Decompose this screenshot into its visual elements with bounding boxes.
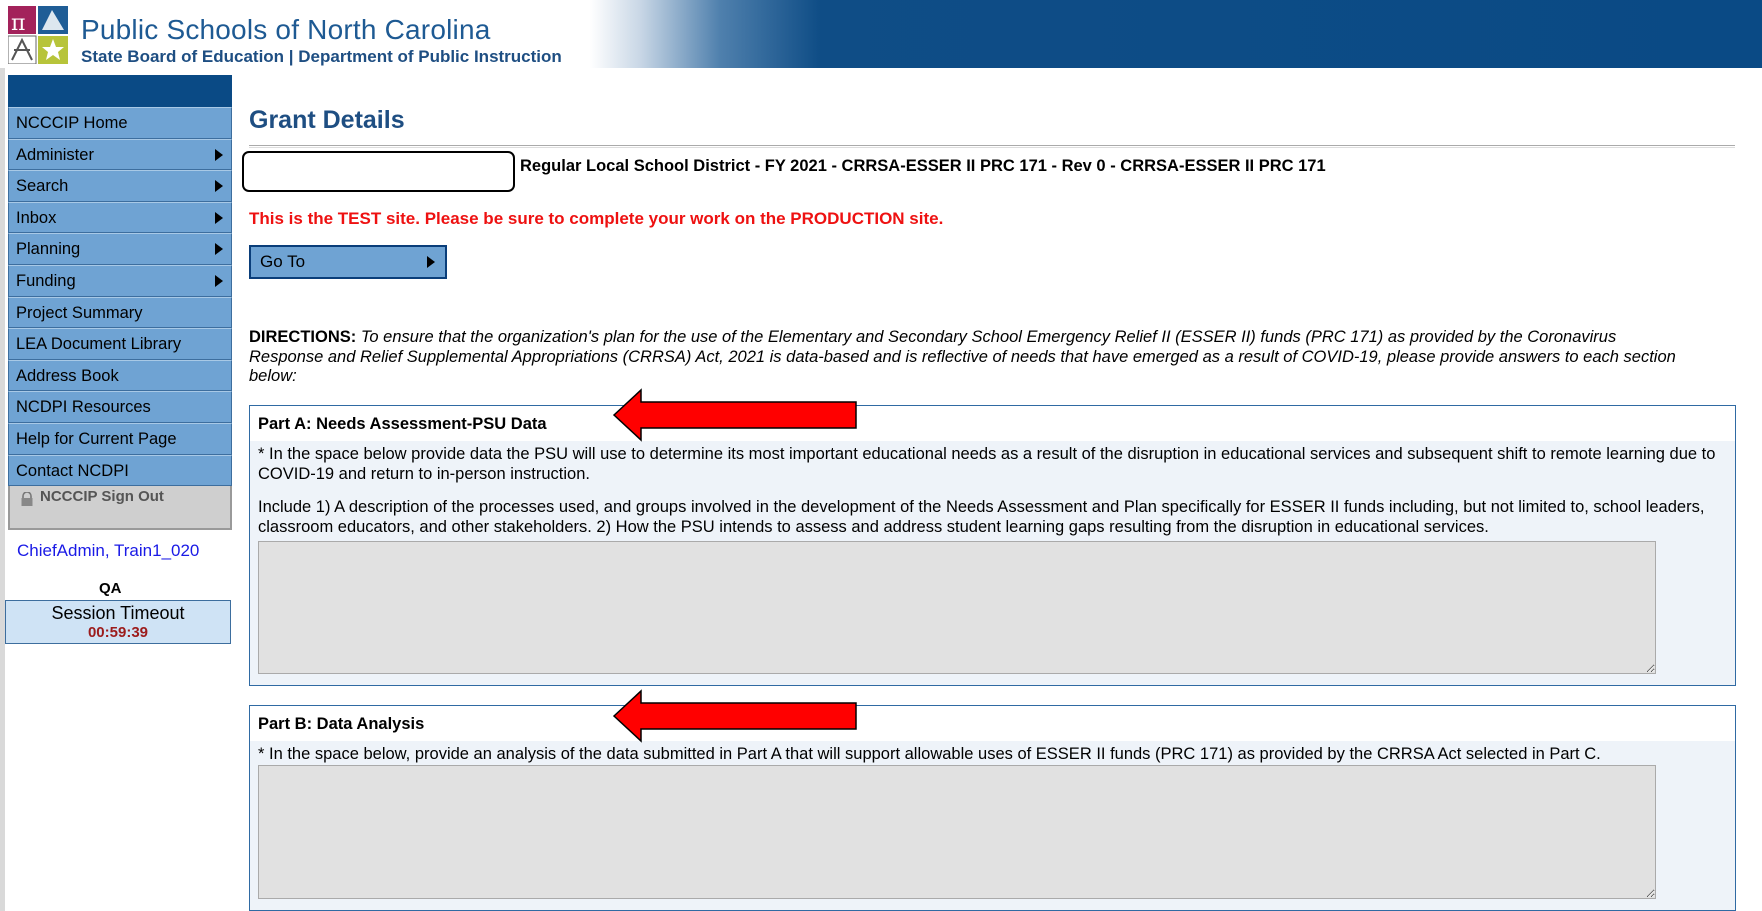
test-site-warning: This is the TEST site. Please be sure to… xyxy=(249,209,944,228)
part-b-section: Part B: Data Analysis * In the space bel… xyxy=(249,705,1736,911)
goto-label: Go To xyxy=(260,252,306,271)
signout-label: NCCCIP Sign Out xyxy=(40,488,164,505)
directions-label: DIRECTIONS: xyxy=(249,328,357,346)
part-a-include-text: Include 1) A description of the processe… xyxy=(258,498,1705,536)
part-a-section: Part A: Needs Assessment-PSU Data * In t… xyxy=(249,405,1736,686)
goto-button[interactable]: Go To xyxy=(249,245,447,279)
chevron-right-icon xyxy=(427,256,435,268)
sidebar-item-label: Inbox xyxy=(16,208,57,227)
sidebar-item-ncccip-home[interactable]: NCCCIP Home xyxy=(8,107,232,139)
sidebar-item-label: Help for Current Page xyxy=(16,429,177,448)
part-b-title: Part B: Data Analysis xyxy=(250,706,1735,741)
chevron-right-icon xyxy=(215,211,223,224)
sidebar-item-contact-ncdpi[interactable]: Contact NCDPI xyxy=(8,454,232,487)
sidebar-item-address-book[interactable]: Address Book xyxy=(8,359,232,392)
sidebar-item-label: LEA Document Library xyxy=(16,335,182,354)
sidebar-item-planning[interactable]: Planning xyxy=(8,233,232,265)
site-subtitle: State Board of Education | Department of… xyxy=(81,47,562,66)
part-a-textarea[interactable] xyxy=(258,541,1656,674)
sidebar-item-label: NCDPI Resources xyxy=(16,398,151,417)
session-timeout-label: Session Timeout xyxy=(51,603,185,623)
site-title: Public Schools of North Carolina xyxy=(81,14,491,45)
sidebar-item-label: Address Book xyxy=(16,366,119,385)
sidebar-item-label: Search xyxy=(16,177,69,196)
signout-button[interactable]: NCCCIP Sign Out xyxy=(8,486,232,530)
sidebar-item-project-summary[interactable]: Project Summary xyxy=(8,296,232,329)
sidebar-header-bar xyxy=(8,75,232,107)
nc-dpi-logo: π xyxy=(8,6,68,64)
sidebar-item-label: Funding xyxy=(16,271,76,290)
svg-text:π: π xyxy=(11,11,25,36)
chevron-right-icon xyxy=(215,243,223,256)
sidebar-item-label: Administer xyxy=(16,145,94,164)
environment-label: QA xyxy=(99,580,122,597)
directions: DIRECTIONS: To ensure that the organizat… xyxy=(249,328,1689,387)
part-b-textarea[interactable] xyxy=(258,765,1656,899)
sidebar-item-ncdpi-resources[interactable]: NCDPI Resources xyxy=(8,391,232,423)
site-header: π Public Schools of North Carolina State… xyxy=(0,0,1762,68)
user-link[interactable]: ChiefAdmin, Train1_020 xyxy=(17,541,199,561)
sidebar-item-funding[interactable]: Funding xyxy=(8,264,232,297)
part-b-instruction: * In the space below, provide an analysi… xyxy=(258,745,1601,763)
directions-text: To ensure that the organization's plan f… xyxy=(249,328,1676,385)
session-timeout-box: Session Timeout 00:59:39 xyxy=(5,600,231,644)
chevron-right-icon xyxy=(215,148,223,161)
sidebar-menu: NCCCIP Home Administer Search Inbox Planning… xyxy=(8,107,232,487)
sidebar-item-help-for-current-page[interactable]: Help for Current Page xyxy=(8,422,232,455)
lock-icon xyxy=(21,492,33,506)
part-a-title: Part A: Needs Assessment-PSU Data xyxy=(250,406,1735,441)
title-divider xyxy=(249,145,1735,148)
redaction-box xyxy=(242,151,515,192)
sidebar-item-search[interactable]: Search xyxy=(8,170,232,202)
session-timeout-value: 00:59:39 xyxy=(87,624,149,641)
sidebar-item-label: NCCCIP Home xyxy=(16,114,128,132)
chevron-right-icon xyxy=(215,274,223,287)
sidebar-item-label: Project Summary xyxy=(16,303,143,322)
sidebar-item-administer[interactable]: Administer xyxy=(8,138,232,171)
page-title: Grant Details xyxy=(249,106,405,134)
sidebar-item-lea-document-library[interactable]: LEA Document Library xyxy=(8,328,232,360)
annotation-arrow-icon xyxy=(612,689,857,743)
sidebar-item-inbox[interactable]: Inbox xyxy=(8,201,232,234)
annotation-arrow-icon xyxy=(612,388,857,442)
left-edge xyxy=(0,68,5,911)
part-a-instruction: * In the space below provide data the PS… xyxy=(258,445,1716,483)
sidebar-item-label: Planning xyxy=(16,240,81,259)
grant-header: Regular Local School District - FY 2021 … xyxy=(520,157,1326,175)
sidebar-item-label: Contact NCDPI xyxy=(16,461,129,480)
chevron-right-icon xyxy=(215,180,223,193)
